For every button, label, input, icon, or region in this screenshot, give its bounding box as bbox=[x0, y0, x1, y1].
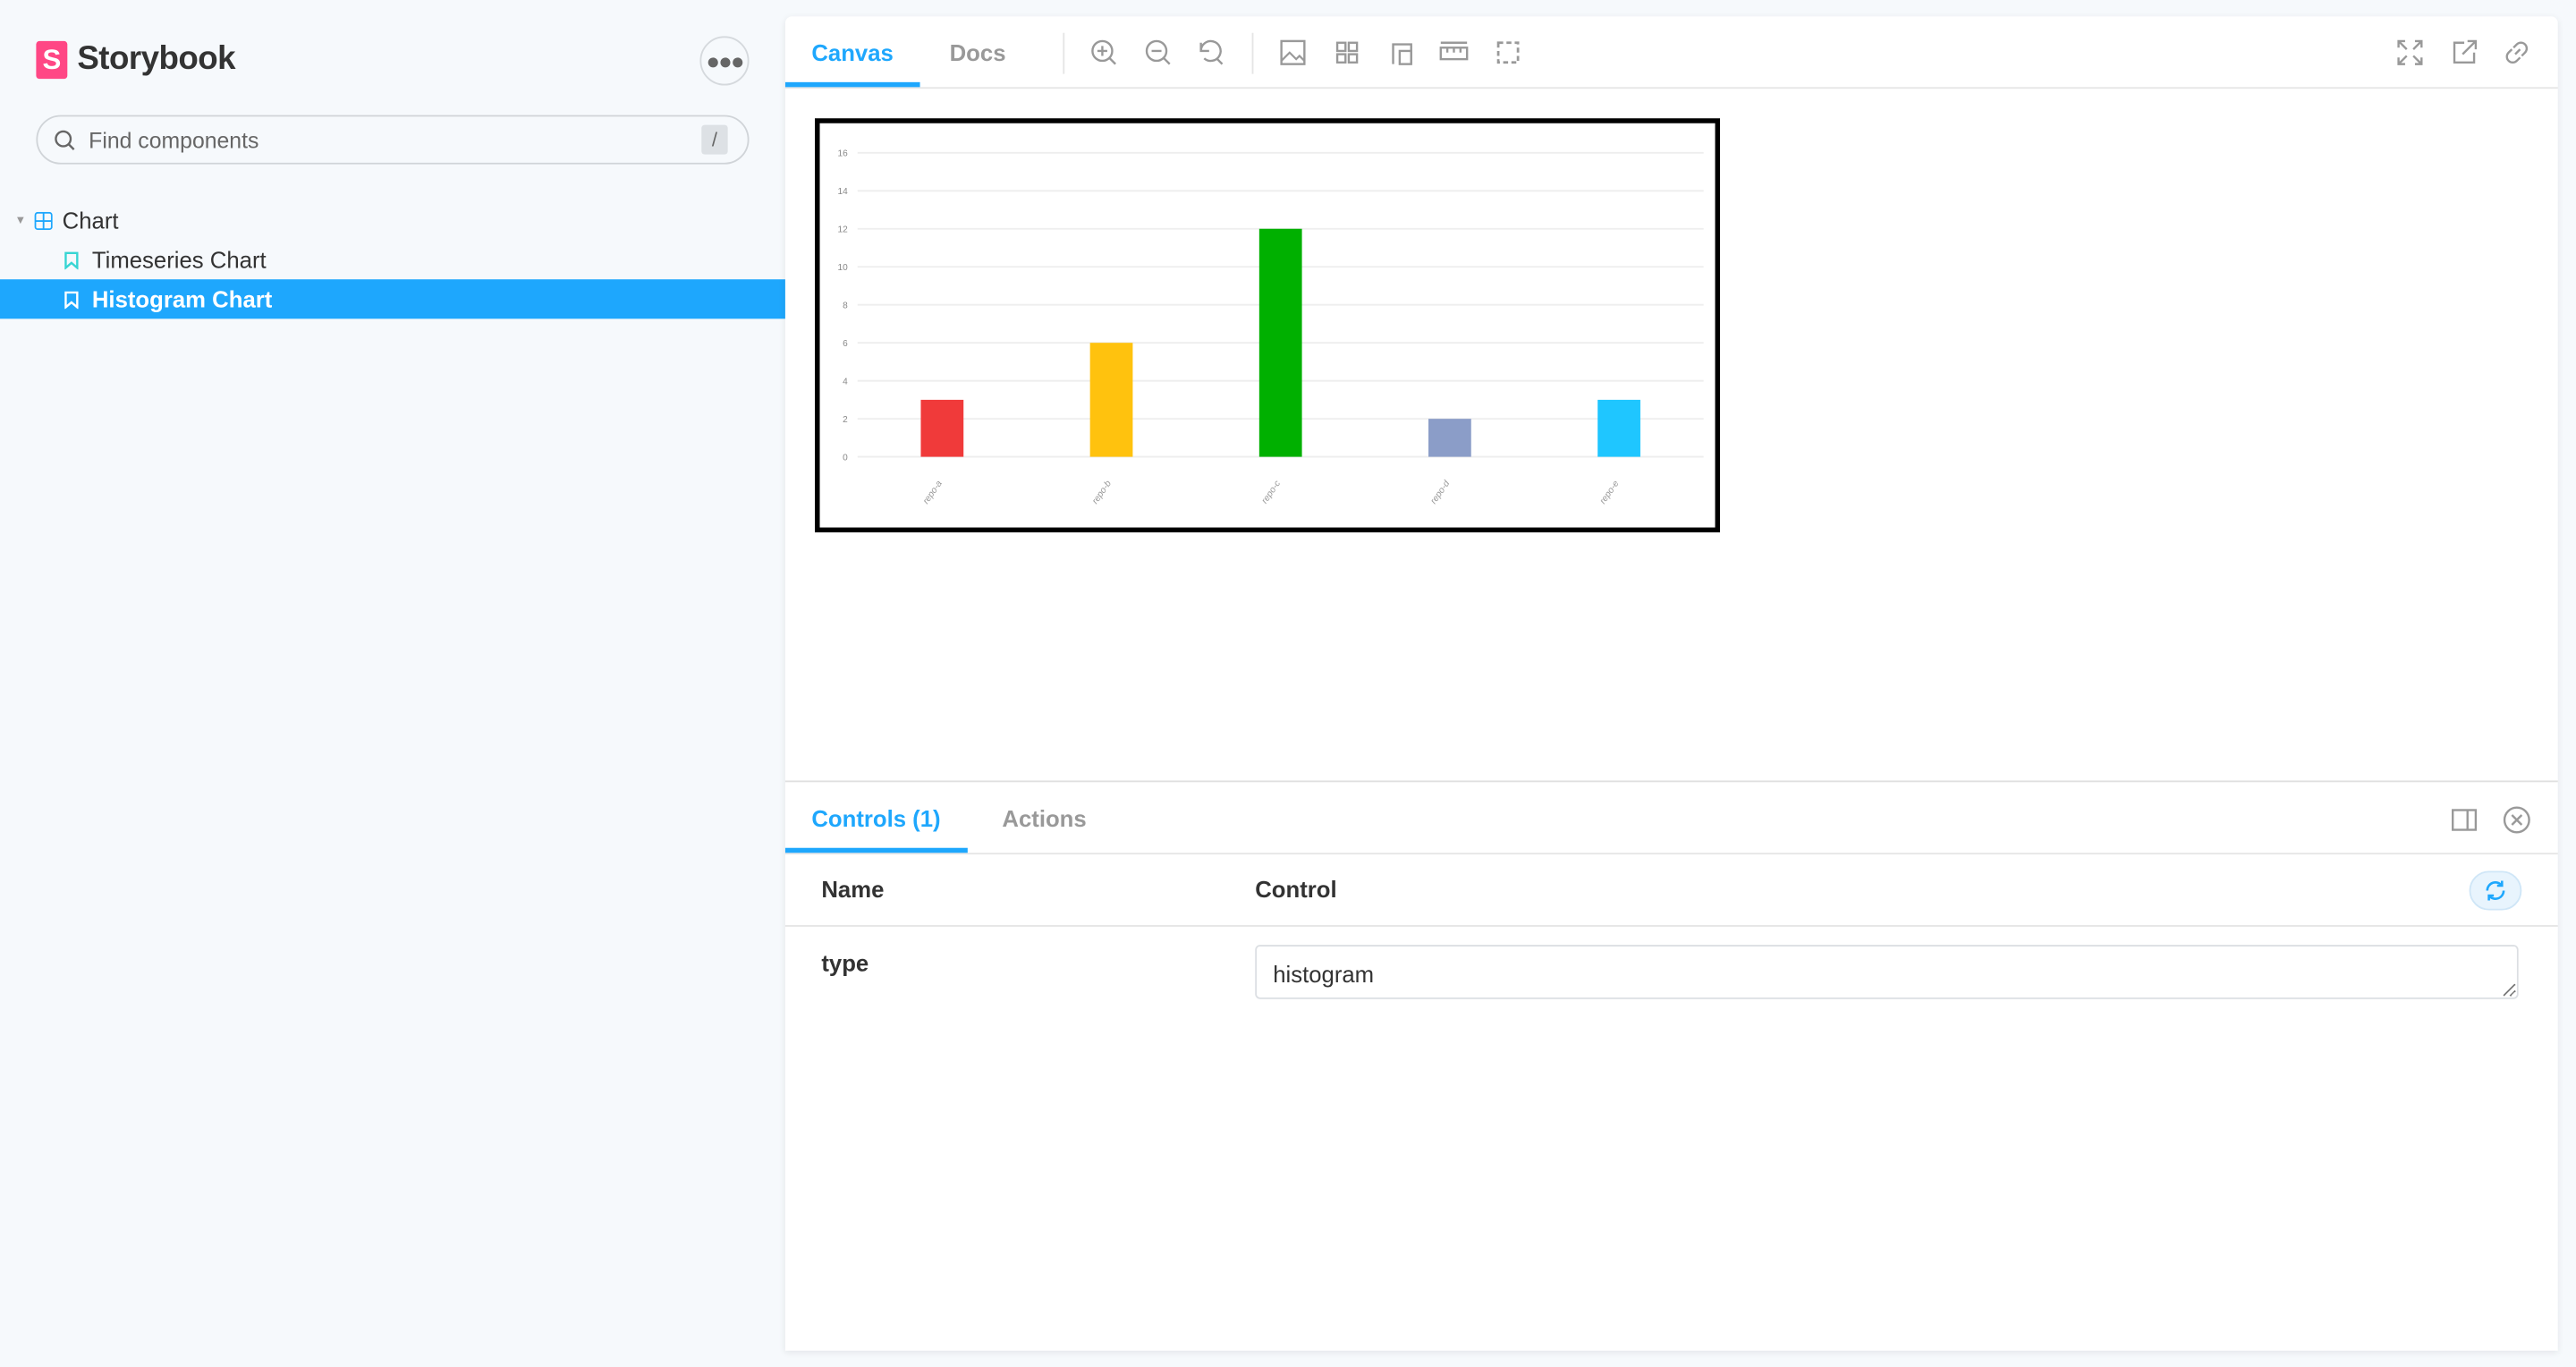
search-icon bbox=[55, 129, 75, 150]
tab-actions[interactable]: Actions bbox=[976, 782, 1113, 853]
main-panel: Canvas Docs 0 2 4 6 8 10 12 14 16 repo-a repo-b rep… bbox=[784, 16, 2558, 1352]
y-tick-label: 8 bbox=[843, 301, 848, 310]
y-tick-label: 2 bbox=[843, 415, 848, 425]
y-tick-label: 0 bbox=[843, 453, 848, 463]
addons-tabs: Controls (1) Actions bbox=[784, 782, 2558, 855]
bookmark-icon bbox=[64, 250, 79, 269]
search-input[interactable] bbox=[85, 125, 702, 154]
reset-controls-button[interactable] bbox=[2469, 870, 2522, 911]
y-tick-label: 6 bbox=[843, 339, 848, 349]
zoom-in-icon[interactable] bbox=[1089, 38, 1119, 67]
bookmark-icon bbox=[64, 290, 79, 309]
ellipsis-icon: ●●● bbox=[706, 47, 744, 74]
background-icon[interactable] bbox=[1278, 38, 1308, 67]
more-options-button[interactable]: ●●● bbox=[699, 36, 750, 86]
x-tick-label: repo-c bbox=[1260, 479, 1283, 505]
y-tick-label: 12 bbox=[838, 225, 849, 234]
reset-zoom-icon[interactable] bbox=[1196, 38, 1225, 67]
bar-repo-e bbox=[1597, 399, 1640, 457]
search-box[interactable]: / bbox=[36, 115, 750, 165]
panel-orientation-icon[interactable] bbox=[2450, 805, 2479, 835]
tree-item-histogram-chart[interactable]: Histogram Chart bbox=[0, 279, 785, 319]
sidebar: S Storybook ●●● / ▼ Chart Timeseries Cha… bbox=[0, 0, 785, 1367]
toolbar: Canvas Docs bbox=[784, 16, 2558, 89]
bar-repo-d bbox=[1428, 419, 1471, 457]
x-tick-label: repo-e bbox=[1598, 479, 1622, 506]
y-tick-label: 16 bbox=[838, 149, 849, 158]
outline-icon[interactable] bbox=[1494, 38, 1523, 67]
y-tick-label: 14 bbox=[838, 187, 849, 197]
sync-icon bbox=[2486, 880, 2505, 901]
bar-repo-c bbox=[1258, 228, 1302, 457]
tree-item-timeseries-chart[interactable]: Timeseries Chart bbox=[0, 240, 785, 279]
zoom-out-icon[interactable] bbox=[1143, 38, 1173, 67]
viewport-icon[interactable] bbox=[1386, 38, 1416, 67]
app-name: Storybook bbox=[77, 40, 236, 78]
search-shortcut-badge: / bbox=[701, 124, 728, 155]
histogram-chart: 0 2 4 6 8 10 12 14 16 repo-a repo-b repo-c repo-d rep… bbox=[838, 149, 1704, 506]
controls-table-header: Name Control bbox=[784, 853, 2558, 927]
tab-docs[interactable]: Docs bbox=[923, 16, 1032, 87]
y-tick-label: 10 bbox=[838, 263, 849, 273]
tab-canvas[interactable]: Canvas bbox=[784, 16, 920, 88]
bar-repo-a bbox=[920, 399, 964, 457]
control-column-header: Control bbox=[1255, 875, 1337, 903]
tree-label: Chart bbox=[62, 207, 119, 233]
name-column-header: Name bbox=[821, 875, 885, 903]
close-panel-icon[interactable] bbox=[2502, 805, 2531, 835]
type-control-input[interactable]: histogram bbox=[1255, 945, 2519, 999]
x-tick-label: repo-a bbox=[921, 479, 945, 506]
tab-controls[interactable]: Controls (1) bbox=[784, 782, 968, 853]
grid-icon[interactable] bbox=[1333, 38, 1362, 67]
expand-arrow-icon: ▼ bbox=[14, 214, 27, 226]
addons-panel: Controls (1) Actions Name Control type h… bbox=[784, 780, 2558, 1352]
x-tick-label: repo-d bbox=[1429, 479, 1453, 506]
measure-icon[interactable] bbox=[1439, 38, 1469, 67]
bar-repo-b bbox=[1089, 343, 1133, 457]
tree-group-chart[interactable]: ▼ Chart bbox=[0, 200, 785, 240]
storybook-logo[interactable]: S Storybook bbox=[36, 40, 236, 80]
x-tick-label: repo-b bbox=[1090, 479, 1114, 506]
tree-label: Timeseries Chart bbox=[91, 246, 267, 273]
storybook-logo-icon: S bbox=[36, 40, 68, 80]
fullscreen-icon[interactable] bbox=[2395, 38, 2425, 67]
chart-container: 0 2 4 6 8 10 12 14 16 repo-a repo-b repo-c repo-d rep… bbox=[815, 118, 1721, 533]
copy-link-icon[interactable] bbox=[2502, 38, 2531, 67]
divider bbox=[1063, 32, 1065, 74]
y-tick-label: 4 bbox=[843, 377, 848, 386]
divider bbox=[1251, 32, 1254, 74]
component-grid-icon bbox=[34, 211, 53, 230]
control-name-type: type bbox=[821, 949, 869, 976]
tree-label: Histogram Chart bbox=[91, 285, 273, 312]
open-new-tab-icon[interactable] bbox=[2450, 38, 2479, 67]
